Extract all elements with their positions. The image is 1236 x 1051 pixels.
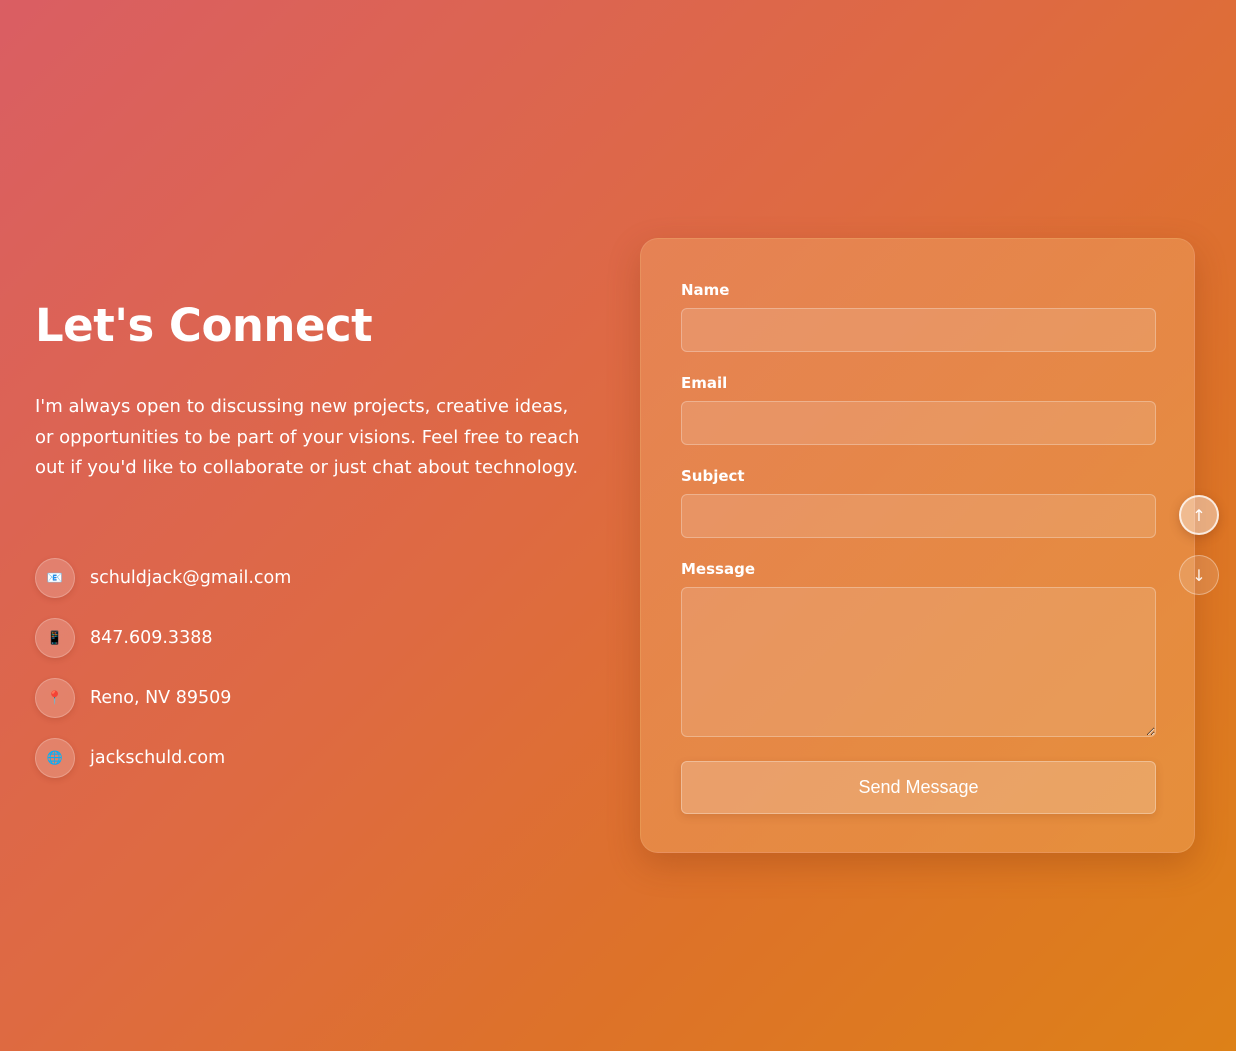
contact-website-text: jackschuld.com xyxy=(90,748,226,768)
intro-section: Let's Connect I'm always open to discuss… xyxy=(35,290,595,484)
subject-field-group: Subject xyxy=(681,465,1156,538)
globe-icon: 🌐 xyxy=(35,738,75,778)
name-field-group: Name xyxy=(681,279,1156,352)
page-title: Let's Connect xyxy=(35,299,373,352)
subject-input[interactable] xyxy=(681,494,1156,538)
location-pin-icon: 📍 xyxy=(35,678,75,718)
name-input[interactable] xyxy=(681,308,1156,352)
contact-item-email: 📧 schuldjack@gmail.com xyxy=(35,558,291,598)
contact-email-text: schuldjack@gmail.com xyxy=(90,568,292,588)
email-input[interactable] xyxy=(681,401,1156,445)
arrow-up-icon: ↑ xyxy=(1192,505,1206,525)
send-message-button[interactable]: Send Message xyxy=(681,761,1156,814)
contact-item-location: 📍 Reno, NV 89509 xyxy=(35,678,291,718)
message-label: Message xyxy=(681,560,755,578)
scroll-down-button[interactable]: ↓ xyxy=(1179,555,1219,595)
message-field-group: Message xyxy=(681,558,1156,737)
contact-phone-text: 847.609.3388 xyxy=(90,628,213,648)
contact-location-text: Reno, NV 89509 xyxy=(90,688,232,708)
scroll-up-button[interactable]: ↑ xyxy=(1179,495,1219,535)
name-label: Name xyxy=(681,281,730,299)
contact-list: 📧 schuldjack@gmail.com 📱 847.609.3388 📍 … xyxy=(35,558,291,798)
phone-icon: 📱 xyxy=(35,618,75,658)
intro-paragraph: I'm always open to discussing new projec… xyxy=(35,396,580,478)
arrow-down-icon: ↓ xyxy=(1192,565,1206,585)
message-textarea[interactable] xyxy=(681,587,1156,737)
contact-form: Name Email Subject Message Send Message xyxy=(640,238,1195,853)
email-field-group: Email xyxy=(681,372,1156,445)
email-label: Email xyxy=(681,374,728,392)
contact-item-phone: 📱 847.609.3388 xyxy=(35,618,291,658)
contact-item-website: 🌐 jackschuld.com xyxy=(35,738,291,778)
subject-label: Subject xyxy=(681,467,745,485)
envelope-icon: 📧 xyxy=(35,558,75,598)
